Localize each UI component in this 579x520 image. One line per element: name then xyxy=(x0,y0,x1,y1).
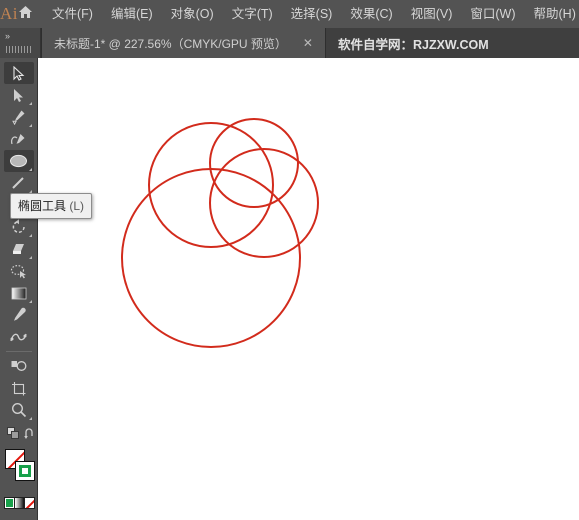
menu-help[interactable]: 帮助(H) xyxy=(525,1,579,27)
default-fill-stroke-icon[interactable] xyxy=(7,427,20,445)
menu-edit[interactable]: 编辑(E) xyxy=(102,1,162,27)
tool-flyout-indicator xyxy=(28,124,32,127)
blend-tool[interactable] xyxy=(4,326,34,348)
menu-window[interactable]: 窗口(W) xyxy=(461,1,524,27)
menu-file[interactable]: 文件(F) xyxy=(43,1,102,27)
tools-panel xyxy=(0,58,38,520)
fill-stroke-controls xyxy=(0,447,38,491)
tooltip-label: 椭圆工具 xyxy=(18,199,67,213)
color-mode-buttons xyxy=(0,495,38,511)
circle-top-right[interactable] xyxy=(209,118,299,208)
panel-grip-handle[interactable] xyxy=(6,46,31,53)
app-logo: Ai xyxy=(0,4,18,23)
circle-upper-left[interactable] xyxy=(148,122,274,248)
stroke-color-indicator xyxy=(19,465,31,477)
home-icon xyxy=(18,5,33,24)
direct-selection-tool[interactable] xyxy=(4,84,34,106)
document-tab-bar: » 未标题-1* @ 227.56%（CMYK/GPU 预览） ✕ 软件自学网：… xyxy=(0,28,579,58)
tooltip-shortcut: (L) xyxy=(69,199,85,213)
menu-type[interactable]: 文字(T) xyxy=(223,1,282,27)
menu-bar: Ai 文件(F) 编辑(E) 对象(O) 文字(T) 选择(S) 效果(C) 视… xyxy=(0,0,579,28)
tool-flyout-indicator xyxy=(28,256,32,259)
pen-tool[interactable] xyxy=(4,106,34,128)
lasso-tool[interactable] xyxy=(4,260,34,282)
close-icon[interactable]: ✕ xyxy=(299,37,317,49)
menu-object[interactable]: 对象(O) xyxy=(162,1,223,27)
shape-builder-tool[interactable] xyxy=(4,355,34,377)
rotate-tool[interactable] xyxy=(4,216,34,238)
tool-flyout-indicator xyxy=(28,417,32,420)
document-tab[interactable]: 未标题-1* @ 227.56%（CMYK/GPU 预览） ✕ xyxy=(41,28,326,58)
zoom-tool[interactable] xyxy=(4,399,34,421)
tool-tooltip: 椭圆工具 (L) xyxy=(10,193,93,219)
tool-flyout-indicator xyxy=(28,168,32,171)
eraser-tool[interactable] xyxy=(4,238,34,260)
tool-flyout-indicator xyxy=(28,234,32,237)
swap-fill-stroke-icon[interactable] xyxy=(24,427,36,445)
tool-flyout-indicator xyxy=(28,102,32,105)
artwork-svg xyxy=(121,118,319,348)
watermark-text: 软件自学网：RJZXW.COM xyxy=(337,37,489,52)
curvature-tool[interactable] xyxy=(4,128,34,150)
eyedropper-tool[interactable] xyxy=(4,304,34,326)
menu-select[interactable]: 选择(S) xyxy=(282,1,342,27)
selection-tool[interactable] xyxy=(3,62,34,84)
panel-expand-toggle[interactable]: » xyxy=(0,28,41,58)
stroke-swatch[interactable] xyxy=(15,461,35,481)
tool-flyout-indicator xyxy=(28,300,32,303)
double-chevron-right-icon: » xyxy=(5,31,10,41)
menu-effect[interactable]: 效果(C) xyxy=(341,1,401,27)
gradient-tool[interactable] xyxy=(4,282,34,304)
menu-item-list: 文件(F) 编辑(E) 对象(O) 文字(T) 选择(S) 效果(C) 视图(V… xyxy=(43,1,579,27)
tool-divider xyxy=(5,351,32,352)
document-tab-title: 未标题-1* @ 227.56%（CMYK/GPU 预览） xyxy=(54,36,287,51)
circle-right[interactable] xyxy=(209,148,319,258)
artboard-canvas[interactable] xyxy=(38,58,579,520)
artboard-tool[interactable] xyxy=(4,377,34,399)
line-segment-tool[interactable] xyxy=(4,172,34,194)
watermark-area: 软件自学网：RJZXW.COM xyxy=(325,28,501,58)
menu-view[interactable]: 视图(V) xyxy=(402,1,462,27)
none-button[interactable] xyxy=(24,497,35,509)
home-button[interactable] xyxy=(18,0,33,28)
ellipse-tool[interactable] xyxy=(3,150,34,172)
